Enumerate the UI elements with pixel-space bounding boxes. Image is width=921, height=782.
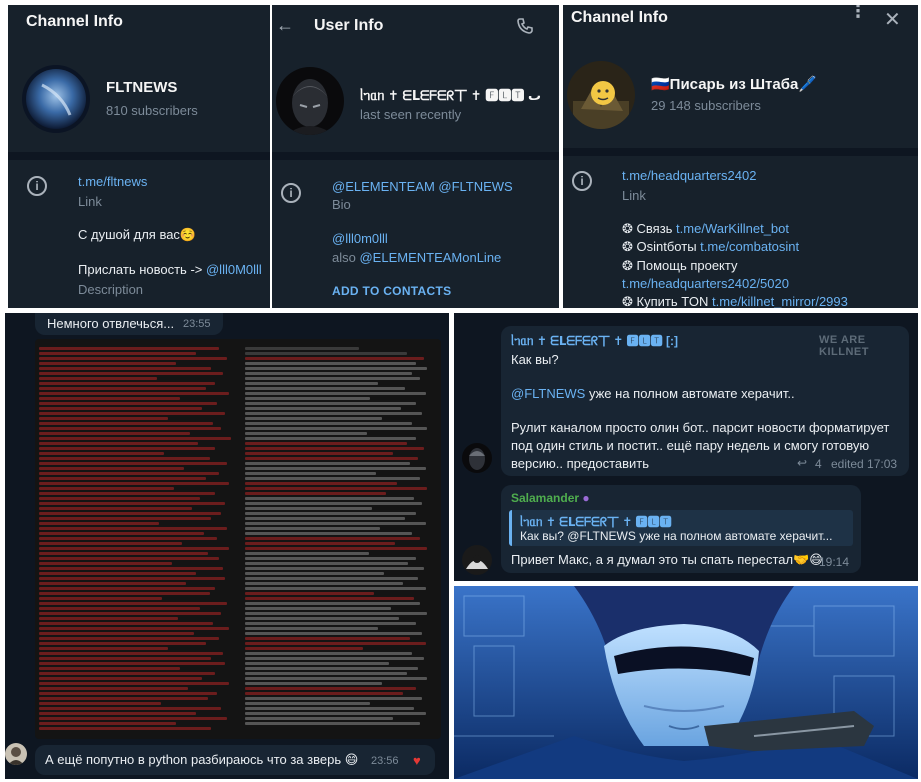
last-seen-status: last seen recently	[360, 107, 462, 122]
artwork-illustration	[454, 586, 918, 779]
sender-avatar[interactable]	[5, 743, 27, 765]
header-title: Channel Info	[26, 13, 123, 30]
message-bubble[interactable]: ᥣᥐᥲᥒ ✝ ᗴᒪᗴᖴᗴᖇ丅 ✝ 🅵🅻🆃 [:] WE ARE KILLNET …	[501, 326, 909, 476]
buy-ton-link[interactable]: t.me/killnet_mirror/2993	[712, 294, 848, 308]
divider	[272, 152, 559, 160]
add-to-contacts-button[interactable]: ADD TO CONTACTS	[332, 284, 451, 298]
info-icon: i	[27, 176, 47, 196]
info-icon: i	[572, 171, 592, 191]
description-text: ❂ Osintботы	[622, 239, 701, 254]
description-line-2: ❂ Osintботы t.me/combatosint	[622, 239, 799, 255]
description-text: ❂ Купить TON	[622, 294, 713, 308]
subscriber-count: 810 subscribers	[106, 103, 198, 118]
username-link[interactable]: @lll0m0lll	[332, 231, 388, 246]
message-time: 23:55	[183, 318, 211, 330]
channel-info-panel-pisar: Channel Info ⋮ ✕ 🇷🇺Писарь из Штаба🖊️ 29 …	[563, 5, 918, 308]
quoted-message[interactable]: ᥣᥐᥲᥒ ✝ ᗴᒪᗴᖴᗴᖇ丅 ✝ 🅵🅻🆃 Как вы? @FLTNEWS уж…	[509, 510, 853, 546]
link-label: Link	[78, 194, 102, 209]
header-title: User Info	[314, 17, 384, 34]
more-options-icon[interactable]: ⋮	[849, 5, 867, 20]
channel-avatar[interactable]	[567, 61, 635, 129]
reply-arrow-icon[interactable]: ↩	[797, 456, 807, 470]
message-bubble[interactable]: Немного отвлечься... 23:55	[35, 313, 223, 335]
description-line-1: С душой для вас☺️	[78, 227, 197, 242]
bio-label: Bio	[332, 197, 351, 212]
bot-link[interactable]: t.me/WarKillnet_bot	[676, 221, 789, 236]
quote-author: ᥣᥐᥲᥒ ✝ ᗴᒪᗴᖴᗴᖇ丅 ✝ 🅵🅻🆃	[520, 515, 672, 529]
description-line-1: ❂ Связь t.me/WarKillnet_bot	[622, 221, 789, 237]
description-line-3: ❂ Помощь проекту	[622, 258, 738, 273]
channel-name: 🇷🇺Писарь из Штаба🖊️	[651, 76, 817, 93]
message-line-4: под один стиль и постит.. ещё пару недел…	[511, 438, 870, 453]
back-arrow-icon[interactable]: ←	[276, 15, 294, 36]
link-label: Link	[622, 188, 646, 203]
channel-link[interactable]: t.me/fltnews	[78, 174, 147, 189]
sender-avatar[interactable]	[462, 545, 492, 575]
description-text: ❂ Связь	[622, 221, 677, 236]
divider	[563, 148, 918, 156]
channel-info-panel-fltnews: Channel Info FLTNEWS 810 subscribers i t…	[8, 5, 270, 308]
description-text: Прислать новость ->	[78, 262, 206, 277]
chat-terminal-panel: Немного отвлечься... 23:55 А ещё попутно…	[5, 313, 449, 779]
message-line-3: Рулит каналом просто олин бот.. парсит н…	[511, 420, 890, 435]
mention-link[interactable]: @FLTNEWS	[511, 386, 585, 401]
message-line-1: Как вы?	[511, 352, 559, 367]
message-line-5: версию.. предоставить	[511, 456, 650, 471]
panel-header: ← User Info	[272, 5, 559, 45]
terminal-right-pane	[245, 345, 435, 735]
reply-time: 19:14	[819, 555, 850, 569]
panel-header: Channel Info	[8, 5, 270, 45]
reply-sender-name[interactable]: Salamander ●	[511, 491, 590, 505]
sticker-watermark: WE ARE KILLNET	[819, 334, 869, 358]
osint-link[interactable]: t.me/combatosint	[700, 239, 799, 254]
also-username: also @ELEMENTEAMonLine	[332, 250, 501, 265]
divider	[8, 152, 270, 160]
description-line-2: Прислать новость -> @lll0M0lll	[78, 262, 262, 277]
chat-conversation-panel: ᥣᥐᥲᥒ ✝ ᗴᒪᗴᖴᗴᖇ丅 ✝ 🅵🅻🆃 [:] WE ARE KILLNET …	[454, 313, 918, 581]
description-mention-link[interactable]: @lll0M0lll	[206, 262, 262, 277]
bio-links[interactable]: @ELEMENTEAM @FLTNEWS	[332, 179, 513, 194]
sender-name[interactable]: ᥣᥐᥲᥒ ✝ ᗴᒪᗴᖴᗴᖇ丅 ✝ 🅵🅻🆃 [:]	[511, 332, 678, 349]
description-line-4: ❂ Купить TON t.me/killnet_mirror/2993	[622, 294, 848, 308]
reply-count[interactable]: 4	[815, 457, 822, 471]
terminal-screenshot-image[interactable]	[35, 339, 441, 739]
user-name: ᥣᥐᥲᥒ ✝ ᗴᒪᗴᖴᗴᖇ丅 ✝ 🅵🅻🆃 ٮ	[360, 88, 542, 103]
message-time: 23:56	[371, 755, 399, 767]
header-title: Channel Info	[571, 9, 668, 26]
channel-avatar[interactable]	[22, 65, 90, 133]
info-icon: i	[281, 183, 301, 203]
also-username-link[interactable]: @ELEMENTEAMonLine	[359, 250, 501, 265]
reply-sender-label: Salamander	[511, 491, 580, 505]
message-text: А ещё попутно в python разбираюсь что за…	[45, 752, 359, 767]
help-project-link[interactable]: t.me/headquarters2402/5020	[622, 276, 789, 291]
channel-name: FLTNEWS	[106, 79, 178, 96]
user-avatar[interactable]	[276, 67, 344, 135]
close-icon[interactable]: ✕	[884, 7, 901, 32]
sender-avatar[interactable]	[462, 443, 492, 473]
heart-reaction-icon[interactable]: ♥	[413, 753, 421, 768]
reply-text: Привет Макс, а я думал это ты спать пере…	[511, 552, 823, 567]
channel-link[interactable]: t.me/headquarters2402	[622, 168, 756, 183]
message-line-2: @FLTNEWS уже на полном автомате херачит.…	[511, 386, 795, 401]
edited-time: edited 17:03	[831, 457, 898, 471]
subscriber-count: 29 148 subscribers	[651, 98, 761, 113]
terminal-left-pane	[39, 345, 235, 735]
phone-icon[interactable]	[516, 17, 534, 35]
message-bubble[interactable]: А ещё попутно в python разбираюсь что за…	[35, 745, 435, 775]
anime-artwork-image[interactable]	[454, 586, 918, 779]
user-info-panel: ← User Info ᥣᥐᥲᥒ ✝ ᗴᒪᗴᖴᗴᖇ丅 ✝ 🅵🅻🆃 ٮ last …	[272, 5, 559, 308]
description-label: Description	[78, 282, 144, 297]
panel-header: Channel Info ⋮ ✕	[563, 5, 918, 45]
quote-text: Как вы? @FLTNEWS уже на полном автомате …	[520, 529, 833, 543]
reply-message-bubble[interactable]: Salamander ● ᥣᥐᥲᥒ ✝ ᗴᒪᗴᖴᗴᖇ丅 ✝ 🅵🅻🆃 Как вы…	[501, 485, 861, 573]
message-text: уже на полном автомате херачит..	[585, 386, 795, 401]
also-label: also	[332, 250, 360, 265]
dragon-emoji-icon: ●	[582, 491, 590, 505]
message-text: Немного отвлечься...	[47, 316, 175, 331]
